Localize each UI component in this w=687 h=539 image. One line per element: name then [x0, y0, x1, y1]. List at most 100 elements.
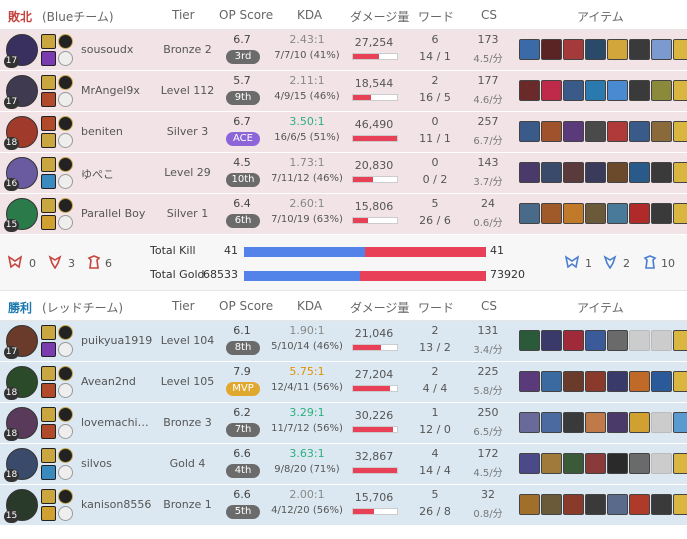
item-icon[interactable] [629, 80, 650, 101]
item-icon[interactable] [541, 494, 562, 515]
item-icon[interactable] [607, 494, 628, 515]
item-icon[interactable] [673, 203, 687, 224]
secondary-rune-icon[interactable] [58, 342, 73, 357]
keystone-rune-icon[interactable] [58, 366, 73, 381]
item-icon[interactable] [541, 80, 562, 101]
item-icon[interactable] [563, 453, 584, 474]
item-icon[interactable] [519, 412, 540, 433]
item-icon[interactable] [585, 494, 606, 515]
item-icon[interactable] [541, 371, 562, 392]
item-icon[interactable] [585, 80, 606, 101]
secondary-rune-icon[interactable] [58, 383, 73, 398]
summoner-spell-2-icon[interactable] [41, 506, 56, 521]
item-icon[interactable] [541, 453, 562, 474]
summoner-spell-2-icon[interactable] [41, 465, 56, 480]
summoner-spell-1-icon[interactable] [41, 34, 56, 49]
secondary-rune-icon[interactable] [58, 174, 73, 189]
item-icon[interactable] [563, 330, 584, 351]
item-icon[interactable] [519, 162, 540, 183]
item-icon[interactable] [519, 330, 540, 351]
summoner-name-link[interactable]: beniten [81, 125, 161, 138]
item-icon[interactable] [585, 412, 606, 433]
summoner-spell-1-icon[interactable] [41, 407, 56, 422]
summoner-spell-2-icon[interactable] [41, 215, 56, 230]
summoner-spell-1-icon[interactable] [41, 366, 56, 381]
summoner-spell-2-icon[interactable] [41, 174, 56, 189]
item-icon[interactable] [519, 121, 540, 142]
item-icon[interactable] [629, 162, 650, 183]
item-icon[interactable] [585, 330, 606, 351]
keystone-rune-icon[interactable] [58, 489, 73, 504]
item-icon[interactable] [541, 203, 562, 224]
item-icon[interactable] [519, 453, 540, 474]
item-icon[interactable] [563, 80, 584, 101]
item-icon[interactable] [651, 453, 672, 474]
keystone-rune-icon[interactable] [58, 198, 73, 213]
item-icon[interactable] [651, 412, 672, 433]
item-icon[interactable] [629, 330, 650, 351]
keystone-rune-icon[interactable] [58, 75, 73, 90]
item-icon[interactable] [629, 371, 650, 392]
keystone-rune-icon[interactable] [58, 407, 73, 422]
item-icon[interactable] [607, 371, 628, 392]
item-icon[interactable] [673, 80, 687, 101]
secondary-rune-icon[interactable] [58, 133, 73, 148]
item-icon[interactable] [673, 412, 687, 433]
item-icon[interactable] [651, 121, 672, 142]
summoner-name-link[interactable]: ゆぺこ [81, 166, 161, 182]
item-icon[interactable] [651, 371, 672, 392]
item-icon[interactable] [519, 80, 540, 101]
item-icon[interactable] [563, 39, 584, 60]
keystone-rune-icon[interactable] [58, 448, 73, 463]
summoner-spell-2-icon[interactable] [41, 92, 56, 107]
item-icon[interactable] [563, 121, 584, 142]
summoner-spell-2-icon[interactable] [41, 383, 56, 398]
secondary-rune-icon[interactable] [58, 424, 73, 439]
summoner-spell-2-icon[interactable] [41, 342, 56, 357]
secondary-rune-icon[interactable] [58, 465, 73, 480]
summoner-name-link[interactable]: puikyua1919 [81, 334, 161, 347]
item-icon[interactable] [607, 203, 628, 224]
summoner-spell-1-icon[interactable] [41, 198, 56, 213]
summoner-spell-1-icon[interactable] [41, 325, 56, 340]
item-icon[interactable] [629, 494, 650, 515]
item-icon[interactable] [673, 453, 687, 474]
summoner-name-link[interactable]: kanison8556 [81, 498, 161, 511]
secondary-rune-icon[interactable] [58, 92, 73, 107]
keystone-rune-icon[interactable] [58, 116, 73, 131]
item-icon[interactable] [585, 203, 606, 224]
item-icon[interactable] [563, 371, 584, 392]
item-icon[interactable] [563, 162, 584, 183]
item-icon[interactable] [607, 330, 628, 351]
item-icon[interactable] [607, 412, 628, 433]
item-icon[interactable] [629, 203, 650, 224]
item-icon[interactable] [563, 203, 584, 224]
item-icon[interactable] [585, 39, 606, 60]
item-icon[interactable] [519, 371, 540, 392]
item-icon[interactable] [673, 39, 687, 60]
item-icon[interactable] [629, 412, 650, 433]
item-icon[interactable] [673, 121, 687, 142]
item-icon[interactable] [673, 371, 687, 392]
item-icon[interactable] [607, 39, 628, 60]
item-icon[interactable] [541, 330, 562, 351]
item-icon[interactable] [651, 80, 672, 101]
item-icon[interactable] [585, 453, 606, 474]
summoner-spell-1-icon[interactable] [41, 116, 56, 131]
summoner-name-link[interactable]: lovemachi… [81, 416, 161, 429]
secondary-rune-icon[interactable] [58, 215, 73, 230]
item-icon[interactable] [541, 121, 562, 142]
item-icon[interactable] [519, 494, 540, 515]
secondary-rune-icon[interactable] [58, 51, 73, 66]
item-icon[interactable] [651, 494, 672, 515]
item-icon[interactable] [673, 330, 687, 351]
item-icon[interactable] [585, 162, 606, 183]
summoner-spell-1-icon[interactable] [41, 157, 56, 172]
item-icon[interactable] [651, 330, 672, 351]
summoner-spell-2-icon[interactable] [41, 424, 56, 439]
summoner-name-link[interactable]: silvos [81, 457, 161, 470]
item-icon[interactable] [585, 121, 606, 142]
item-icon[interactable] [673, 494, 687, 515]
item-icon[interactable] [541, 412, 562, 433]
item-icon[interactable] [651, 203, 672, 224]
